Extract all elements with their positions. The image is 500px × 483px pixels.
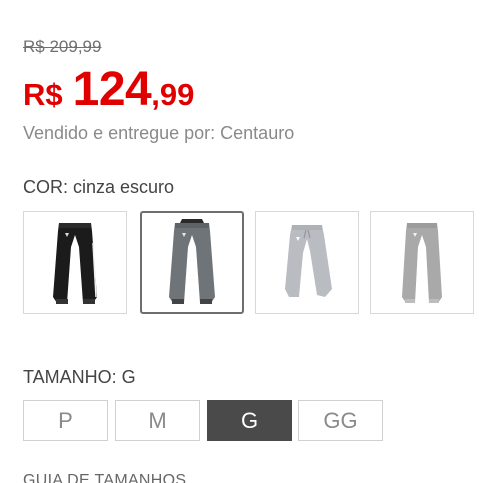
size-guide-link[interactable]: GUIA DE TAMANHOS: [23, 472, 186, 483]
color-swatch-black[interactable]: [23, 211, 127, 314]
price-decimal: ,99: [151, 77, 195, 112]
size-option-gg[interactable]: GG: [298, 400, 383, 441]
size-option-g[interactable]: G: [207, 400, 292, 441]
current-price: R$ 124,99: [23, 62, 194, 117]
color-swatch-dark-gray[interactable]: [140, 211, 244, 314]
color-swatch-heather-gray[interactable]: [370, 211, 474, 314]
heather-gray-jogger-pants-icon: [402, 222, 442, 303]
dark-gray-jogger-pants-icon: [169, 218, 215, 304]
price-integer: 124: [72, 63, 152, 116]
size-option-p[interactable]: P: [23, 400, 108, 441]
price-currency: R$: [23, 77, 63, 112]
color-swatch-list: [23, 211, 500, 314]
black-jogger-pants-icon: [53, 222, 97, 304]
seller-info: Vendido e entregue por: Centauro: [23, 123, 295, 143]
original-price: R$ 209,99: [23, 37, 102, 56]
size-option-m[interactable]: M: [115, 400, 200, 441]
color-label: COR: cinza escuro: [23, 177, 175, 197]
size-label: TAMANHO: G: [23, 367, 136, 387]
color-swatch-light-gray[interactable]: [255, 211, 359, 314]
light-gray-jogger-pants-icon: [285, 224, 332, 297]
